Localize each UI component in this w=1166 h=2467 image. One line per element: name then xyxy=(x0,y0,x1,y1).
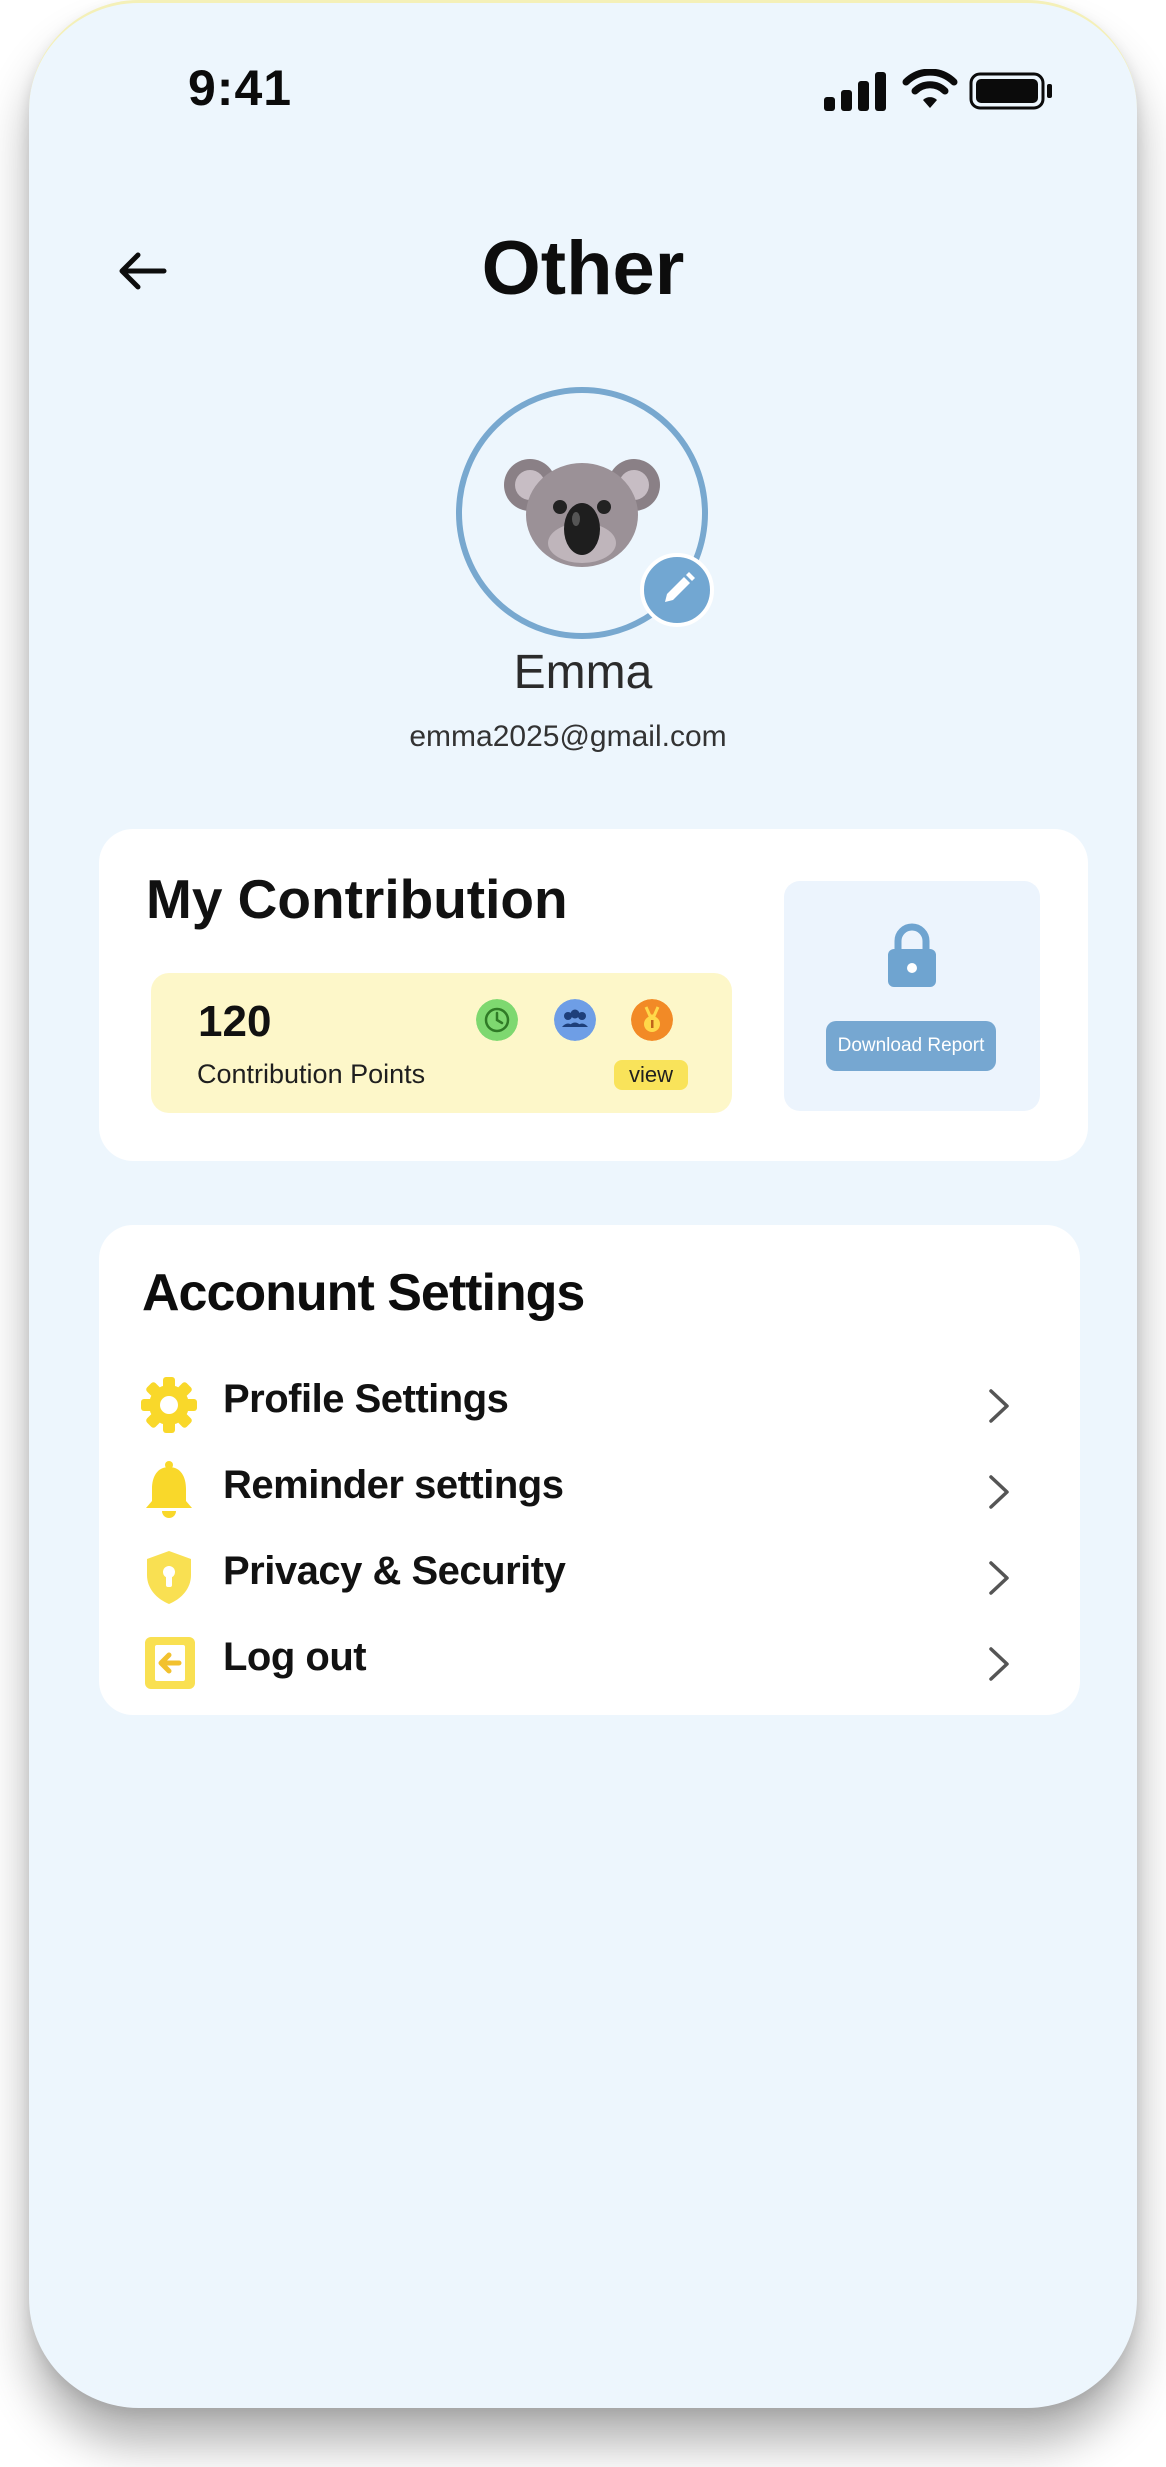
bell-icon xyxy=(146,1461,192,1518)
group-badge-icon xyxy=(554,999,596,1041)
user-name: Emma xyxy=(513,646,653,699)
settings-item-label: Privacy & Security xyxy=(223,1549,566,1593)
logout-icon xyxy=(145,1637,195,1689)
settings-title: Acconunt Settings xyxy=(142,1264,585,1322)
points-box: 120 Contribution Points view xyxy=(151,973,732,1113)
contribution-title: My Contribution xyxy=(146,868,568,930)
points-label: Contribution Points xyxy=(197,1059,426,1089)
points-value: 120 xyxy=(198,997,272,1046)
pencil-icon xyxy=(665,572,695,602)
settings-item-logout[interactable]: Log out xyxy=(139,1625,1039,1695)
user-email: emma2025@gmail.com xyxy=(409,720,727,753)
settings-item-label: Log out xyxy=(223,1635,367,1679)
view-button[interactable]: view xyxy=(614,1060,688,1090)
settings-item-privacy[interactable]: Privacy & Security xyxy=(139,1539,1039,1609)
shield-lock-icon xyxy=(147,1551,191,1604)
battery-icon xyxy=(969,72,1052,110)
download-report-button[interactable]: Download Report xyxy=(826,1021,996,1071)
report-box: Download Report xyxy=(784,881,1040,1111)
phone-screen: 9:41 Other Emma emma2025@gmail.com My Co… xyxy=(29,0,1137,2408)
contribution-card: My Contribution 120 Contribution Points xyxy=(99,829,1088,1161)
status-time: 9:41 xyxy=(188,60,293,116)
settings-item-reminder[interactable]: Reminder settings xyxy=(139,1453,1039,1523)
chevron-right-icon xyxy=(989,1561,1009,1595)
chevron-right-icon xyxy=(989,1475,1009,1509)
chevron-right-icon xyxy=(989,1647,1009,1681)
wifi-icon xyxy=(902,69,958,108)
page-title: Other xyxy=(481,226,685,311)
medal-badge-icon xyxy=(631,999,673,1041)
settings-item-profile[interactable]: Profile Settings xyxy=(139,1367,1039,1437)
lock-icon xyxy=(888,923,936,987)
edit-avatar-button[interactable] xyxy=(640,553,714,627)
chevron-right-icon xyxy=(989,1389,1009,1423)
status-icons xyxy=(824,69,1052,111)
account-settings-card: Acconunt Settings Profile Settings Remin… xyxy=(99,1225,1080,1715)
clock-badge-icon xyxy=(476,999,518,1041)
settings-item-label: Profile Settings xyxy=(223,1377,509,1421)
settings-item-label: Reminder settings xyxy=(223,1463,564,1507)
gear-icon xyxy=(141,1377,197,1433)
koala-icon xyxy=(504,459,660,567)
cellular-signal-icon xyxy=(824,72,886,111)
